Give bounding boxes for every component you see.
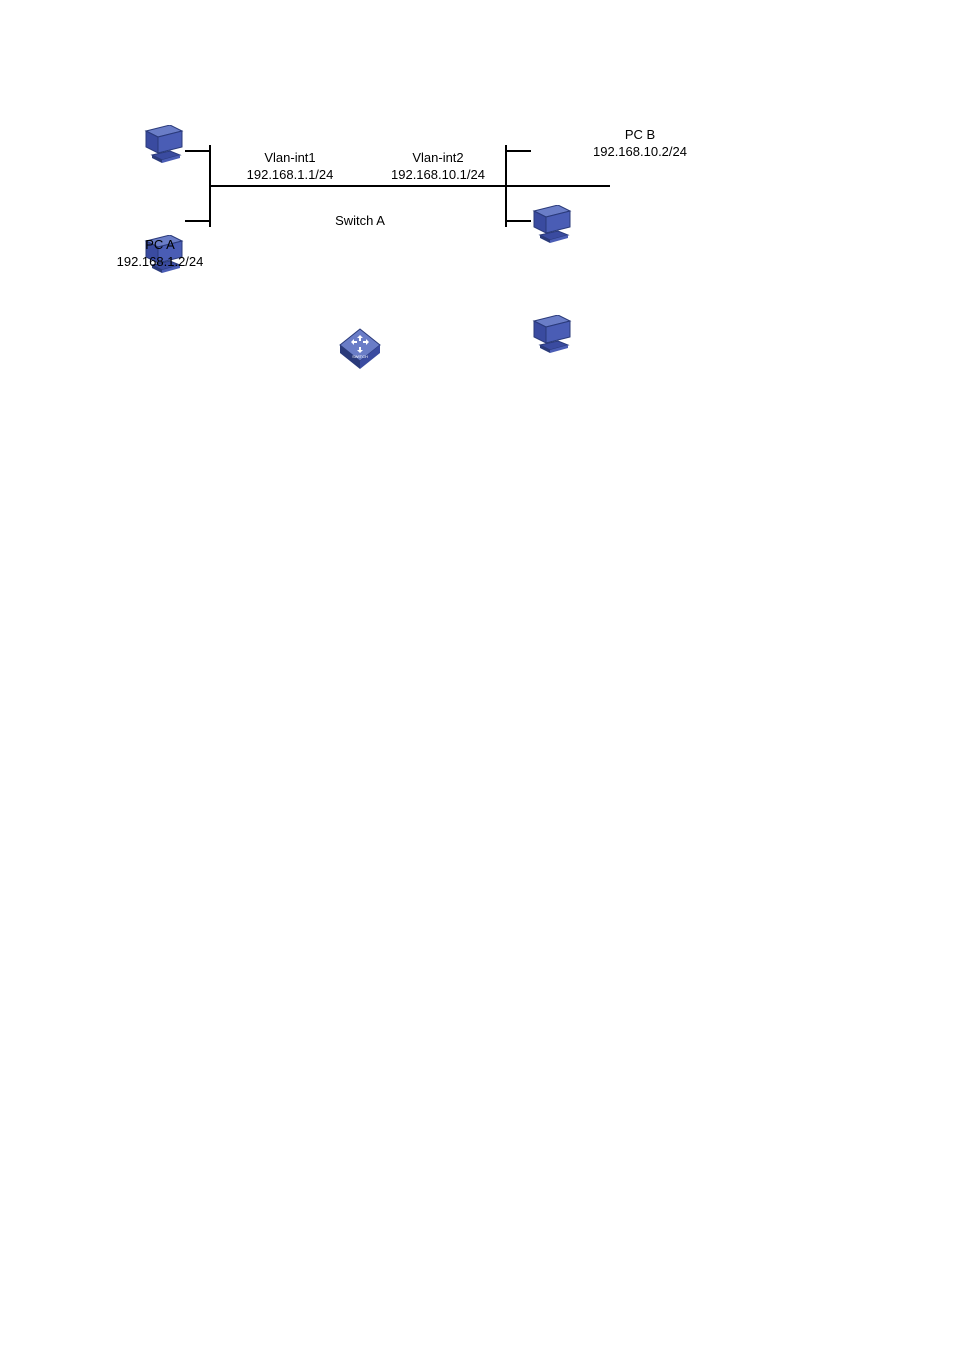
pc-right-lower <box>528 315 576 355</box>
pc-b-ip: 192.168.10.2/24 <box>580 144 700 161</box>
pc-a-label: PC A 192.168.1.2/24 <box>110 237 210 271</box>
vlan2-label: Vlan-int2 192.168.10.1/24 <box>378 150 498 184</box>
left-bus <box>209 145 211 227</box>
pc-a-name: PC A <box>110 237 210 254</box>
left-upper-connector <box>185 150 210 152</box>
switch-name: Switch A <box>335 213 385 228</box>
right-upper-connector <box>506 150 531 152</box>
right-bus <box>505 145 507 227</box>
pc-a-ip: 192.168.1.2/24 <box>110 254 210 271</box>
vlan2-ip: 192.168.10.1/24 <box>378 167 498 184</box>
switch-a: SWITCH <box>338 327 382 371</box>
pc-b <box>528 205 576 245</box>
svg-text:SWITCH: SWITCH <box>352 354 368 359</box>
switch-label: Switch A <box>310 213 410 230</box>
vlan1-ip: 192.168.1.1/24 <box>230 167 350 184</box>
pc-b-label: PC B 192.168.10.2/24 <box>580 127 700 161</box>
pc-b-name: PC B <box>580 127 700 144</box>
vlan2-name: Vlan-int2 <box>378 150 498 167</box>
vlan1-label: Vlan-int1 192.168.1.1/24 <box>230 150 350 184</box>
pc-left-upper <box>140 125 188 165</box>
left-lower-connector <box>185 220 210 222</box>
trunk-line <box>210 185 610 187</box>
network-diagram: SWITCH PC A 192.168.1.2/24 PC B 192.168.… <box>130 115 830 315</box>
vlan1-name: Vlan-int1 <box>230 150 350 167</box>
